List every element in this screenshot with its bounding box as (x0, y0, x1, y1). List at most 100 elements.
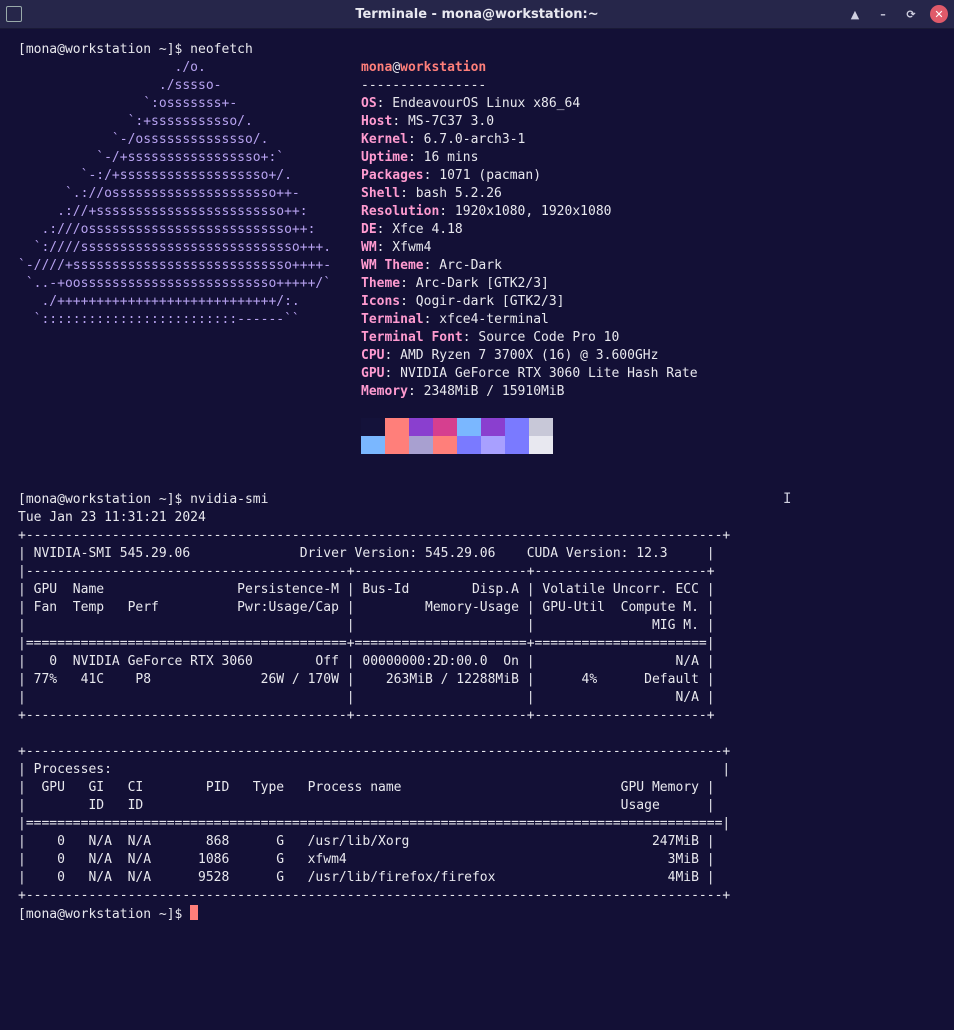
smi-line: | GPU Name Persistence-M | Bus-Id Disp.A… (18, 582, 715, 597)
info-value: : MS-7C37 3.0 (392, 114, 495, 129)
palette-swatch (457, 436, 481, 454)
info-value: : xfce4-terminal (423, 312, 549, 327)
logo-line: `:+sssssssssso/. (18, 114, 253, 129)
info-value: : 16 mins (407, 150, 479, 165)
separator-line: ---------------- (361, 78, 487, 93)
logo-line: `:::::::::::::::::::::::::------`` (18, 312, 300, 327)
smi-line: |---------------------------------------… (18, 564, 715, 579)
info-label: GPU (361, 366, 385, 381)
info-label: WM (361, 240, 377, 255)
info-row: DE: Xfce 4.18 (361, 221, 463, 239)
palette-swatch (505, 418, 529, 436)
info-row: Resolution: 1920x1080, 1920x1080 (361, 203, 611, 221)
info-label: OS (361, 96, 377, 111)
info-label: Memory (361, 384, 408, 399)
palette-swatch (361, 418, 385, 436)
info-row: Memory: 2348MiB / 15910MiB (361, 383, 565, 401)
info-value: : 1920x1080, 1920x1080 (439, 204, 612, 219)
info-label: Terminal (361, 312, 424, 327)
info-value: : 6.7.0-arch3-1 (407, 132, 526, 147)
terminal-area[interactable]: [mona@workstation ~]$ neofetch ./o. ./ss… (0, 29, 954, 1030)
smi-line: | ID ID Usage | (18, 798, 715, 813)
logo-line: `:osssssss+- (18, 96, 238, 111)
smi-line: +---------------------------------------… (18, 744, 731, 759)
palette-swatch (385, 418, 409, 436)
smi-line: | 0 N/A N/A 868 G /usr/lib/Xorg 247MiB | (18, 834, 715, 849)
smi-line: +---------------------------------------… (18, 528, 731, 543)
info-row: CPU: AMD Ryzen 7 3700X (16) @ 3.600GHz (361, 347, 658, 365)
smi-line: | 0 N/A N/A 1086 G xfwm4 3MiB | (18, 852, 715, 867)
info-label: Terminal Font (361, 330, 463, 345)
palette-swatch (433, 436, 457, 454)
text-cursor (190, 905, 199, 920)
info-label: Kernel (361, 132, 408, 147)
info-value: : Xfce 4.18 (376, 222, 463, 237)
logo-line: .:///ossssssssssssssssssssssssso++: (18, 222, 316, 237)
info-row: WM Theme: Arc-Dark (361, 257, 502, 275)
info-row: Icons: Qogir-dark [GTK2/3] (361, 293, 565, 311)
minimize-button[interactable]: – (874, 5, 892, 23)
info-value: : Source Code Pro 10 (462, 330, 620, 345)
logo-line: .://+ssssssssssssssssssssssso++: (18, 204, 308, 219)
info-row: OS: EndeavourOS Linux x86_64 (361, 95, 580, 113)
info-value: : Xfwm4 (376, 240, 432, 255)
info-value: : NVIDIA GeForce RTX 3060 Lite Hash Rate (384, 366, 698, 381)
user-host-line: mona@workstation (361, 60, 487, 75)
smi-line: | NVIDIA-SMI 545.29.06 Driver Version: 5… (18, 546, 715, 561)
smi-line: | | | MIG M. | (18, 618, 715, 633)
window-title: Terminale - mona@workstation:~ (355, 6, 599, 22)
hostname: workstation (400, 60, 487, 75)
username: mona (361, 60, 393, 75)
maximize-button[interactable]: ⟳ (902, 5, 920, 23)
shade-button[interactable]: ▲ (846, 5, 864, 23)
palette-swatch (481, 418, 505, 436)
logo-line: `-////+ssssssssssssssssssssssssssso++++- (18, 258, 332, 273)
info-row: Packages: 1071 (pacman) (361, 167, 541, 185)
smi-line: | Fan Temp Perf Pwr:Usage/Cap | Memory-U… (18, 600, 715, 615)
smi-line: | | | N/A | (18, 690, 715, 705)
info-row: Theme: Arc-Dark [GTK2/3] (361, 275, 549, 293)
info-row: Kernel: 6.7.0-arch3-1 (361, 131, 525, 149)
smi-line: +---------------------------------------… (18, 888, 731, 903)
smi-line: +---------------------------------------… (18, 708, 715, 723)
info-row: WM: Xfwm4 (361, 239, 431, 257)
info-label: Packages (361, 168, 424, 183)
prompt-text: [mona@workstation ~]$ (18, 907, 191, 922)
palette-swatch (529, 436, 553, 454)
smi-line: | 0 NVIDIA GeForce RTX 3060 Off | 000000… (18, 654, 715, 669)
smi-line: |=======================================… (18, 636, 715, 651)
info-row: Host: MS-7C37 3.0 (361, 113, 494, 131)
smi-line: | 77% 41C P8 26W / 170W | 263MiB / 12288… (18, 672, 715, 687)
shell-prompt[interactable]: [mona@workstation ~]$ (18, 905, 199, 923)
smi-line: | Processes: | (18, 762, 731, 777)
info-row: Uptime: 16 mins (361, 149, 478, 167)
info-value: : AMD Ryzen 7 3700X (16) @ 3.600GHz (384, 348, 659, 363)
logo-line: ./sssso- (18, 78, 222, 93)
palette-swatch (481, 436, 505, 454)
info-row: Terminal Font: Source Code Pro 10 (361, 329, 619, 347)
info-value: : 1071 (pacman) (423, 168, 542, 183)
palette-swatch (457, 418, 481, 436)
palette-swatch (385, 436, 409, 454)
info-label: Host (361, 114, 393, 129)
info-label: Theme (361, 276, 401, 291)
palette-swatch (409, 436, 433, 454)
info-value: : EndeavourOS Linux x86_64 (376, 96, 581, 111)
info-label: Shell (361, 186, 401, 201)
close-button[interactable]: ✕ (930, 5, 948, 23)
palette-swatch (409, 418, 433, 436)
info-row: GPU: NVIDIA GeForce RTX 3060 Lite Hash R… (361, 365, 698, 383)
logo-line: ./++++++++++++++++++++++++++++/:. (18, 294, 300, 309)
logo-line: `-/ossssssssssssso/. (18, 132, 269, 147)
info-label: CPU (361, 348, 385, 363)
logo-line: `:////ssssssssssssssssssssssssssso+++. (18, 240, 332, 255)
mouse-ibeam-icon: I (783, 491, 792, 507)
neofetch-command-line: [mona@workstation ~]$ neofetch (18, 42, 253, 57)
palette-swatch (433, 418, 457, 436)
info-value: : 2348MiB / 15910MiB (407, 384, 565, 399)
logo-line: ./o. (18, 60, 206, 75)
logo-line: `-:/+sssssssssssssssssso+/. (18, 168, 292, 183)
smi-line: | 0 N/A N/A 9528 G /usr/lib/firefox/fire… (18, 870, 715, 885)
info-label: WM Theme (361, 258, 424, 273)
info-row: Terminal: xfce4-terminal (361, 311, 549, 329)
